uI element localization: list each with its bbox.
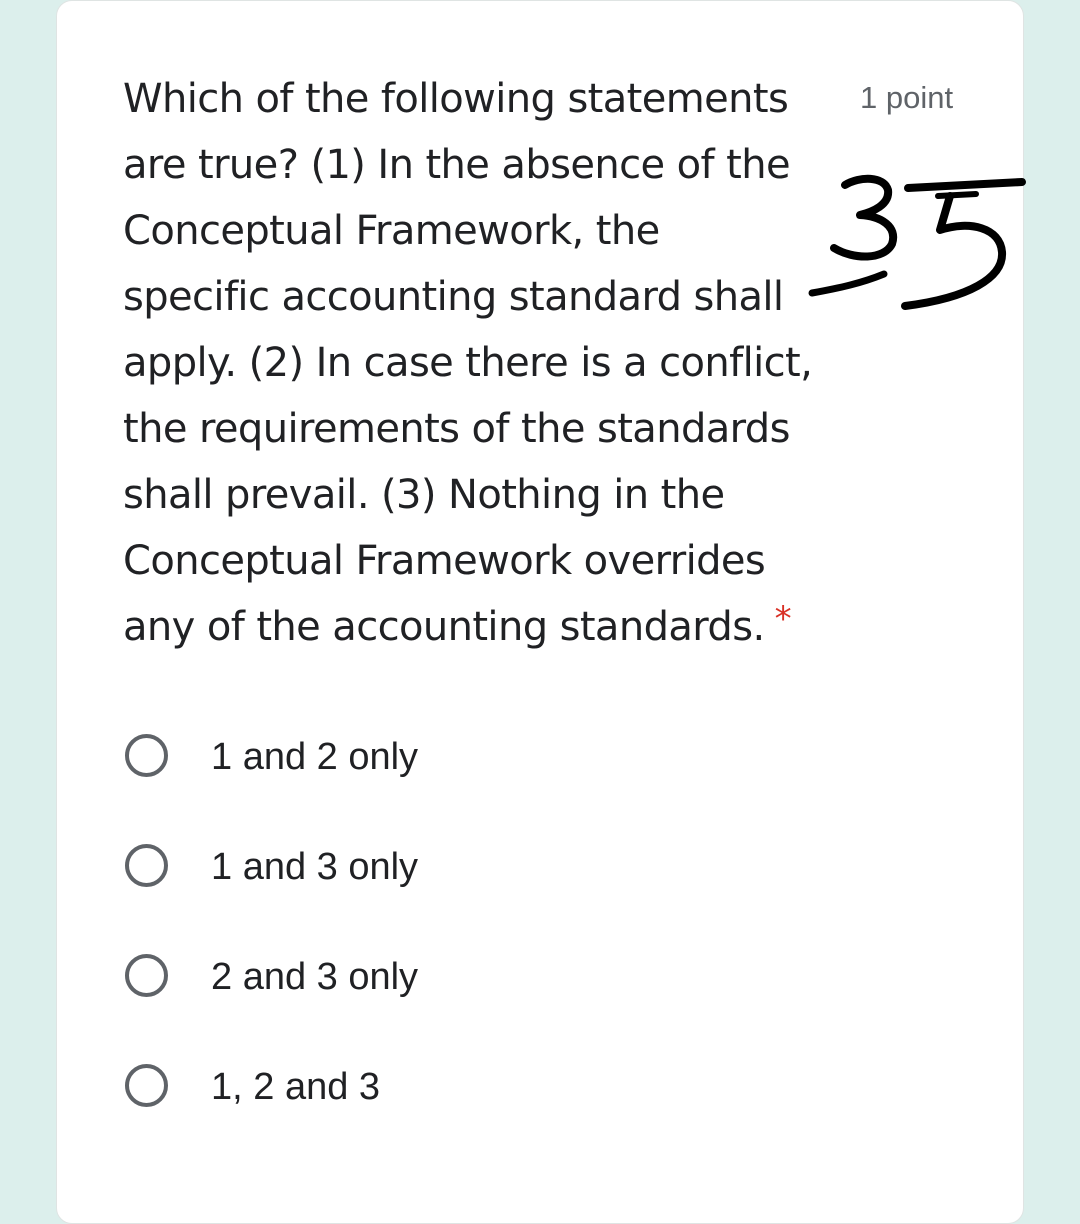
options-list: 1 and 2 only 1 and 3 only 2 and 3 only 1… (123, 728, 723, 1168)
points-label: 1 point (860, 80, 954, 115)
handwritten-annotation (808, 174, 1026, 310)
question-line: Conceptual Framework, the (123, 208, 660, 254)
question-line-last: any of the accounting standards. * (123, 594, 823, 662)
option-label: 1, 2 and 3 (211, 1066, 381, 1108)
radio-button[interactable] (125, 844, 168, 887)
radio-button[interactable] (125, 954, 168, 997)
question-line: the requirements of the standards (123, 406, 790, 452)
option-label: 1 and 3 only (211, 846, 419, 888)
option-label: 1 and 2 only (211, 736, 419, 778)
option-1-2-and-3[interactable]: 1, 2 and 3 (123, 1058, 723, 1168)
option-1-and-2-only[interactable]: 1 and 2 only (123, 728, 723, 838)
question-line: shall prevail. (3) Nothing in the (123, 472, 725, 518)
question-line: are true? (1) In the absence of the (123, 142, 791, 188)
question-line: apply. (2) In case there is a conflict, (123, 340, 813, 386)
option-1-and-3-only[interactable]: 1 and 3 only (123, 838, 723, 948)
option-label: 2 and 3 only (211, 956, 419, 998)
question-line: specific accounting standard shall (123, 274, 784, 320)
question-line: Which of the following statements (123, 76, 789, 122)
question-line: any of the accounting standards. (123, 604, 765, 650)
radio-button[interactable] (125, 1064, 168, 1107)
option-2-and-3-only[interactable]: 2 and 3 only (123, 948, 723, 1058)
radio-button[interactable] (125, 734, 168, 777)
question-line: Conceptual Framework overrides (123, 538, 766, 584)
required-asterisk: * (774, 599, 792, 639)
question-text: Which of the following statements are tr… (123, 66, 823, 662)
